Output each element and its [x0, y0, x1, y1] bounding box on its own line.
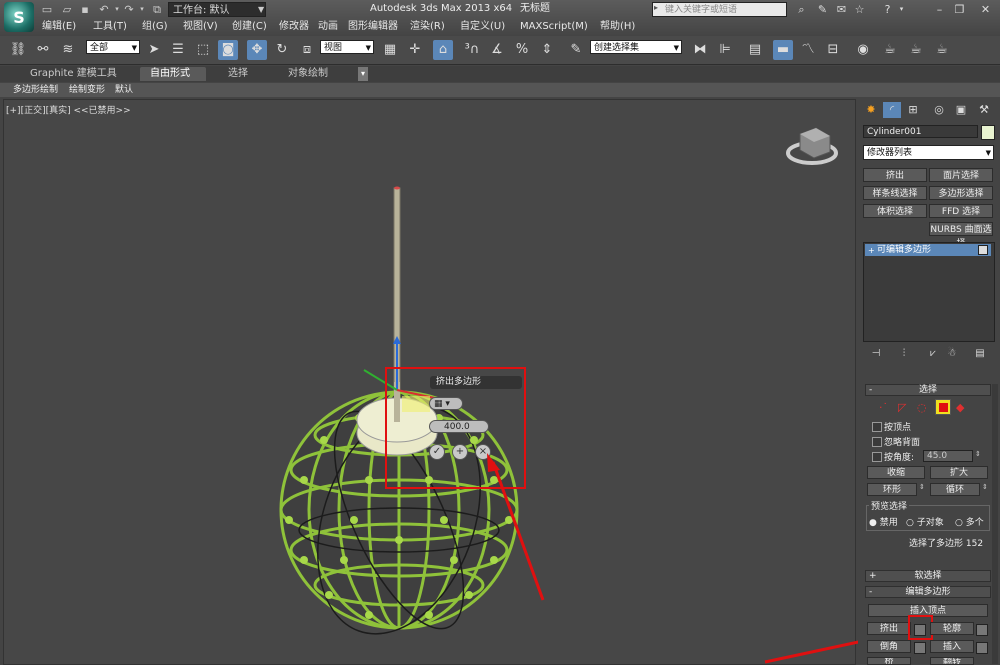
- modifier-list-label: 修改器列表: [867, 148, 913, 158]
- display-tab-icon[interactable]: ▣: [952, 102, 970, 118]
- spinner-arrows-icon[interactable]: ⇕: [975, 450, 981, 458]
- grow-button[interactable]: 扩大: [930, 466, 988, 479]
- bevel-settings-button[interactable]: [914, 642, 926, 654]
- configure-modifier-sets-icon[interactable]: ▤: [972, 348, 988, 360]
- modifier-spline-select-button[interactable]: 样条线选择: [863, 186, 927, 200]
- bevel-button[interactable]: 倒角: [867, 640, 911, 653]
- modifier-stack[interactable]: [863, 242, 995, 342]
- modify-tab-icon[interactable]: ◜: [883, 102, 901, 118]
- element-mode-icon[interactable]: ◆: [956, 401, 964, 414]
- motion-tab-icon[interactable]: ◎: [930, 102, 948, 118]
- object-color-swatch[interactable]: [981, 125, 995, 140]
- polygon-mode-icon[interactable]: [935, 399, 951, 415]
- collapse-minus-icon: -: [869, 385, 873, 395]
- hierarchy-tab-icon[interactable]: ⊞: [904, 102, 922, 118]
- selection-rollout-title: 选择: [918, 385, 937, 395]
- ignore-backfacing-label: 忽略背面: [884, 438, 921, 448]
- edit-poly-title: 编辑多边形: [905, 587, 951, 597]
- ring-spinner-icon[interactable]: ⇕: [919, 483, 925, 491]
- by-vertex-label: 按顶点: [884, 423, 912, 433]
- preview-subobject-label: 子对象: [916, 518, 944, 528]
- selection-status: 选择了多边形 152: [909, 539, 984, 549]
- command-panel-scrollbar[interactable]: [992, 384, 998, 664]
- preview-selection-title: 预览选择: [869, 499, 910, 512]
- soft-selection-title: 软选择: [914, 571, 942, 581]
- preview-multi-radio[interactable]: ○ 多个: [955, 515, 984, 528]
- inset-settings-button[interactable]: [976, 642, 988, 654]
- collapse-minus-icon: -: [869, 587, 873, 597]
- expand-plus-icon[interactable]: +: [868, 246, 875, 255]
- by-angle-label: 按角度:: [884, 453, 915, 463]
- selection-rollout-header[interactable]: - 选择: [865, 384, 991, 396]
- stack-item-toggle-icon[interactable]: [978, 245, 988, 255]
- preview-disabled-radio[interactable]: ● 禁用: [869, 515, 898, 528]
- modifier-list-dropdown[interactable]: 修改器列表 ▼: [863, 145, 994, 160]
- edge-mode-icon[interactable]: ◸: [898, 401, 906, 414]
- modifier-extrude-button[interactable]: 挤出: [863, 168, 927, 182]
- edit-poly-rollout-header[interactable]: - 编辑多边形: [865, 586, 991, 598]
- modifier-nurbs-select-button[interactable]: NURBS 曲面选择: [929, 222, 993, 249]
- outline-settings-button[interactable]: [976, 624, 988, 636]
- pin-stack-icon[interactable]: ⊣: [868, 348, 884, 360]
- modifier-volume-select-button[interactable]: 体积选择: [863, 204, 927, 218]
- loop-spinner-icon[interactable]: ⇕: [982, 483, 988, 491]
- stack-item-editable-poly[interactable]: 可编辑多边形: [865, 244, 991, 256]
- make-unique-icon[interactable]: ⩗: [925, 348, 941, 360]
- flip-button[interactable]: 翻转: [930, 657, 974, 665]
- modifier-patch-select-button[interactable]: 面片选择: [929, 168, 993, 182]
- soft-selection-rollout-header[interactable]: + 软选择: [865, 570, 991, 582]
- remove-modifier-icon[interactable]: ☃: [944, 348, 960, 360]
- annotation-arrows: [487, 453, 914, 664]
- utilities-tab-icon[interactable]: ⚒: [975, 102, 993, 118]
- create-tab-icon[interactable]: ✸: [862, 102, 880, 118]
- preview-subobject-radio[interactable]: ○ 子对象: [906, 515, 944, 528]
- shrink-button[interactable]: 收缩: [867, 466, 925, 479]
- extrude-button[interactable]: 挤出: [867, 622, 911, 635]
- ignore-backfacing-checkbox[interactable]: [872, 437, 882, 447]
- vertex-mode-icon[interactable]: ·˙: [879, 401, 888, 414]
- outline-button[interactable]: 轮廓: [930, 622, 974, 635]
- preview-multi-label: 多个: [965, 518, 984, 528]
- ring-button[interactable]: 环形: [867, 483, 917, 496]
- angle-spinner-input[interactable]: 45.0: [923, 450, 973, 462]
- show-end-result-icon[interactable]: ⫶: [896, 348, 912, 360]
- inset-button[interactable]: 插入: [930, 640, 974, 653]
- modifier-ffd-select-button[interactable]: FFD 选择: [929, 204, 993, 218]
- preview-disabled-label: 禁用: [879, 518, 898, 528]
- border-mode-icon[interactable]: ◌: [917, 401, 927, 414]
- by-angle-checkbox[interactable]: [872, 452, 882, 462]
- modifier-poly-select-button[interactable]: 多边形选择: [929, 186, 993, 200]
- chevron-down-icon: ▼: [985, 149, 991, 157]
- by-vertex-checkbox[interactable]: [872, 422, 882, 432]
- expand-plus-icon: +: [869, 571, 877, 581]
- polygon-square-icon: [938, 402, 948, 412]
- object-name-field[interactable]: Cylinder001: [863, 125, 978, 138]
- bridge-button[interactable]: 桥: [867, 657, 911, 665]
- loop-button[interactable]: 循环: [930, 483, 980, 496]
